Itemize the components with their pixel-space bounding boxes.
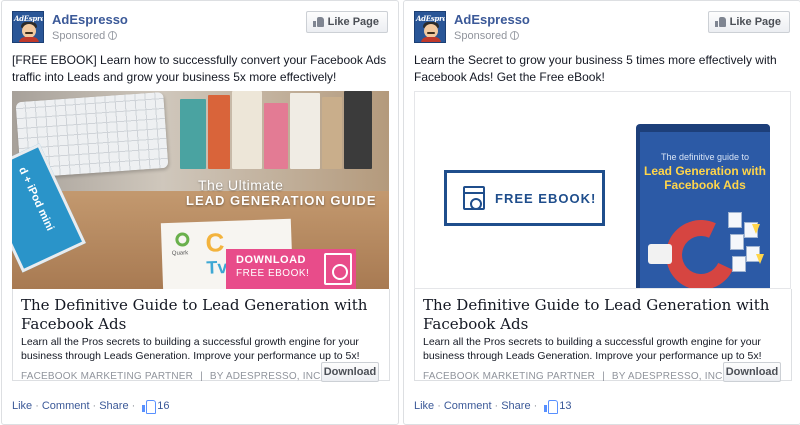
comment-link[interactable]: Comment [444,400,492,412]
download-button[interactable]: Download [723,362,781,382]
free-ebook-box[interactable]: FREE EBOOK! [444,170,605,226]
page-avatar[interactable]: AdEspresso [12,11,44,43]
page-avatar[interactable]: AdEspresso [414,11,446,43]
sponsored-text: Sponsored [52,30,106,42]
download-button[interactable]: Download [321,362,379,382]
download-free-ebook-banner[interactable]: DOWNLOAD FREE EBOOK! [226,249,356,289]
thumbs-up-icon [142,400,157,414]
like-link[interactable]: Like [12,400,32,412]
comment-link[interactable]: Comment [42,400,90,412]
post-actions: Like · Comment · Share · 16 [12,400,170,414]
link-source: FACEBOOK MARKETING PARTNER | BY ADESPRESSO… [21,371,321,382]
ad-body-text: [FREE EBOOK] Learn how to successfully c… [12,53,387,84]
share-link[interactable]: Share [501,400,530,412]
link-preview[interactable]: The Definitive Guide to Lead Generation … [414,289,792,382]
ad-image[interactable]: FREE EBOOK! The definitive guide to Lead… [414,91,791,289]
like-page-button[interactable]: Like Page [305,11,388,33]
page-name-link[interactable]: AdEspresso [52,12,128,27]
link-description: Learn all the Pros secrets to building a… [21,336,360,362]
link-title[interactable]: The Definitive Guide to Lead Generation … [423,296,783,334]
thumbs-up-icon [544,400,559,414]
sponsored-label: Sponsored [52,30,118,42]
like-page-label: Like Page [327,16,379,28]
ad-image[interactable]: d + iPod mini The Ultimate LEAD GENERATI… [12,91,389,289]
image-heading-line1: The Ultimate [198,177,284,193]
books-image [172,91,389,169]
thumbs-up-icon [714,17,726,27]
image-heading-line2: LEAD GENERATION GUIDE [186,193,377,208]
globe-icon [108,31,118,40]
sponsored-label: Sponsored [454,30,520,42]
sponsored-text: Sponsored [454,30,508,42]
like-count[interactable]: 13 [544,400,572,414]
ad-card-right: AdEspresso AdEspresso Sponsored Like Pag… [403,0,800,425]
share-link[interactable]: Share [99,400,128,412]
like-count[interactable]: 16 [142,400,170,414]
ad-header: AdEspresso AdEspresso Sponsored Like Pag… [414,11,790,45]
thumbs-up-icon [312,17,324,27]
link-description: Learn all the Pros secrets to building a… [423,336,762,362]
download-icon [463,186,485,210]
ad-header: AdEspresso AdEspresso Sponsored Like Pag… [12,11,388,45]
globe-icon [510,31,520,40]
link-title[interactable]: The Definitive Guide to Lead Generation … [21,296,381,334]
like-page-label: Like Page [729,16,781,28]
like-link[interactable]: Like [414,400,434,412]
ad-card-left: AdEspresso AdEspresso Sponsored Like Pag… [1,0,399,425]
link-preview[interactable]: The Definitive Guide to Lead Generation … [12,289,390,382]
download-icon [324,253,352,285]
post-actions: Like · Comment · Share · 13 [414,400,572,414]
page-name-link[interactable]: AdEspresso [454,12,530,27]
ebook-cover: The definitive guide to Lead Generation … [640,124,770,288]
link-source: FACEBOOK MARKETING PARTNER | BY ADESPRESSO… [423,371,723,382]
ad-body-text: Learn the Secret to grow your business 5… [414,53,777,84]
like-page-button[interactable]: Like Page [707,11,790,33]
